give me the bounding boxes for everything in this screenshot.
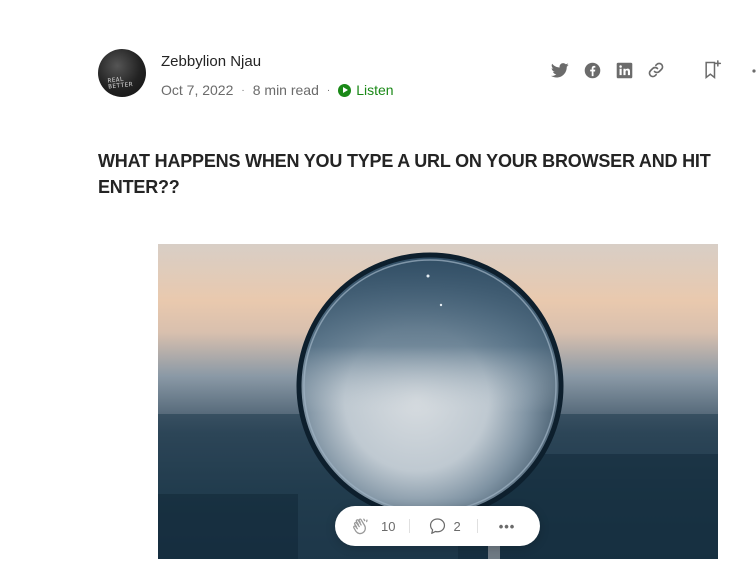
article-title: WHAT HAPPENS WHEN YOU TYPE A URL ON YOUR… <box>98 151 711 197</box>
author-avatar[interactable]: REAL BETTER <box>98 49 146 97</box>
clap-count: 10 <box>381 518 396 534</box>
divider <box>409 519 411 533</box>
avatar-logo-text: REAL BETTER <box>107 75 134 91</box>
response-count: 2 <box>453 518 461 534</box>
share-bar <box>748 60 756 80</box>
clap-icon <box>351 516 373 536</box>
twitter-icon[interactable] <box>550 60 570 80</box>
link-icon[interactable] <box>646 60 666 80</box>
comment-icon <box>428 517 447 535</box>
read-time: 8 min read <box>252 82 319 98</box>
divider <box>476 519 478 533</box>
more-options-button[interactable]: ••• <box>499 519 516 534</box>
engagement-bar: 10 2 ••• <box>335 506 540 546</box>
share-bar <box>550 60 570 80</box>
share-bar <box>702 60 722 80</box>
play-icon <box>338 83 352 97</box>
more-actions-icon[interactable] <box>748 60 756 80</box>
share-bar <box>582 60 602 80</box>
listen-button[interactable]: Listen <box>338 82 394 98</box>
more-icon: ••• <box>498 518 516 534</box>
author-name[interactable]: Zebbylion Njau <box>161 53 261 70</box>
bookmark-add-icon[interactable] <box>702 60 722 80</box>
linkedin-icon[interactable] <box>614 60 634 80</box>
facebook-icon[interactable] <box>582 60 602 80</box>
share-bar <box>614 60 634 80</box>
meta-separator: · <box>241 84 245 96</box>
share-bar <box>646 60 666 80</box>
clap-button[interactable]: 10 <box>351 516 395 536</box>
post-meta: Oct 7, 2022 · 8 min read · Listen <box>161 82 394 98</box>
responses-button[interactable]: 2 <box>428 517 461 535</box>
meta-separator: · <box>326 84 331 96</box>
listen-label: Listen <box>356 82 394 98</box>
publish-date: Oct 7, 2022 <box>161 82 234 98</box>
